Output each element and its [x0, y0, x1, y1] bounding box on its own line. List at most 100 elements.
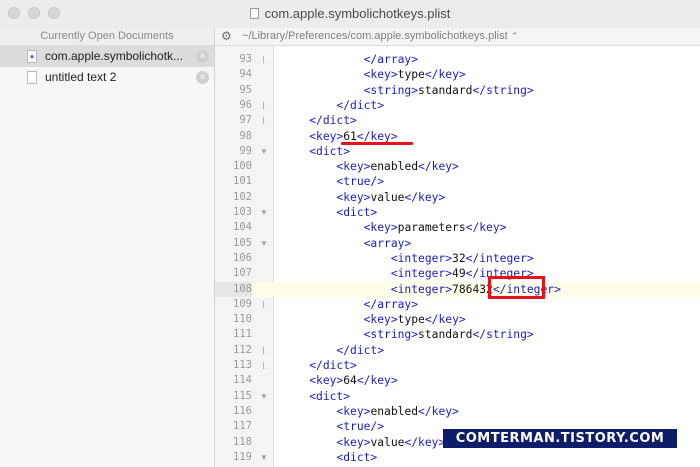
xml-value: enabled	[370, 404, 419, 418]
gear-icon[interactable]: ⚙	[221, 28, 232, 45]
path-bar: ⚙ ~/Library/Preferences/com.apple.symbol…	[215, 28, 700, 46]
code-line: 101 <true/>	[215, 174, 700, 189]
close-icon[interactable]: ×	[196, 71, 209, 84]
fold-end-icon: ⌊	[262, 116, 266, 126]
editor-window: com.apple.symbolichotkeys.plist Currentl…	[0, 0, 700, 467]
code-text: <dict>	[282, 144, 350, 159]
line-number: 119	[233, 450, 252, 463]
code-text: <key>enabled</key>	[282, 404, 459, 419]
fold-end-icon: ⌊	[262, 55, 266, 64]
document-item[interactable]: untitled text 2 ×	[0, 67, 214, 88]
line-number: 108	[215, 281, 252, 297]
window-title: com.apple.symbolichotkeys.plist	[264, 6, 451, 21]
chevron-updown-icon: ⌃	[510, 31, 519, 41]
xml-value: 61	[343, 129, 357, 143]
xml-tag: </key>	[424, 313, 466, 327]
xml-value: type	[397, 313, 425, 327]
fold-triangle-icon[interactable]: ▼	[259, 389, 269, 404]
line-number: 112	[233, 343, 252, 356]
close-icon[interactable]: ×	[196, 50, 209, 63]
code-line: 113 ⌊ </dict>	[215, 358, 700, 373]
xml-tag: <key>	[336, 404, 371, 418]
code-line: 109 ⌊ </array>	[215, 297, 700, 312]
code-text: <dict>	[282, 450, 377, 465]
line-number: 95	[239, 83, 252, 96]
xml-tag: <key>	[363, 221, 398, 235]
code-text: </dict>	[282, 358, 357, 373]
xml-value: 49	[452, 267, 466, 281]
red-box-annotation	[488, 276, 545, 299]
fold-triangle-icon[interactable]: ▼	[259, 450, 269, 465]
xml-tag: <integer>	[390, 267, 453, 281]
document-icon	[249, 8, 259, 19]
fold-triangle-icon[interactable]: ▼	[259, 205, 269, 220]
code-text: <true/>	[282, 174, 384, 189]
xml-tag: </array>	[363, 53, 419, 66]
title-bar: com.apple.symbolichotkeys.plist	[0, 0, 700, 29]
line-number: 106	[233, 251, 252, 264]
line-number: 102	[233, 190, 252, 203]
code-text: </array>	[282, 297, 418, 312]
xml-tag: </key>	[404, 190, 446, 204]
xml-tag: <dict>	[336, 206, 378, 219]
xml-tag: <integer>	[390, 282, 453, 296]
code-line: 107 <integer>49</integer>	[215, 266, 700, 281]
fold-triangle-icon[interactable]: ▼	[259, 236, 269, 251]
code-line: 94 <key>type</key>	[215, 67, 700, 82]
line-number: 93	[239, 53, 252, 65]
xml-tag: <true/>	[336, 420, 385, 434]
line-number: 116	[233, 404, 252, 417]
xml-tag: <key>	[309, 129, 344, 143]
code-line: 98 <key>61</key>	[215, 129, 700, 144]
path-popup[interactable]: ~/Library/Preferences/com.apple.symbolic…	[242, 28, 518, 45]
code-text: <true/>	[282, 419, 384, 434]
code-line: 116 <key>enabled</key>	[215, 404, 700, 419]
line-number: 114	[233, 374, 252, 387]
code-text: <key>64</key>	[282, 373, 397, 388]
line-number: 107	[233, 267, 252, 280]
xml-tag: </key>	[404, 435, 446, 449]
xml-tag: </dict>	[336, 343, 385, 357]
xml-tag: <dict>	[309, 144, 351, 158]
xml-value: type	[397, 68, 425, 82]
xml-tag: </key>	[418, 404, 459, 418]
document-item[interactable]: ● com.apple.symbolichotk... ×	[0, 46, 214, 67]
line-number: 117	[233, 420, 252, 433]
fold-end-icon: ⌊	[262, 345, 266, 355]
fold-end-icon: ⌊	[262, 100, 266, 110]
code-text: </dict>	[282, 343, 384, 358]
code-editor[interactable]: 93 ⌊ </array> 94 <key>type</key> 95 <string…	[215, 46, 700, 467]
xml-value: value	[370, 190, 405, 204]
watermark: COMTERMAN.TISTORY.COM	[443, 429, 677, 448]
fold-triangle-icon[interactable]: ▼	[259, 144, 269, 159]
xml-value: 32	[452, 251, 466, 265]
code-line: 108 <integer>786432</integer>	[215, 281, 700, 297]
code-line: 105 ▼ <array>	[215, 236, 700, 251]
window-title-area: com.apple.symbolichotkeys.plist	[0, 0, 700, 28]
xml-tag: <true/>	[336, 175, 385, 189]
xml-tag: <key>	[363, 313, 398, 327]
xml-tag: </dict>	[309, 114, 357, 128]
xml-tag: </key>	[356, 129, 398, 143]
xml-tag: </key>	[418, 160, 459, 174]
code-text: </dict>	[282, 113, 357, 128]
code-line: 95 <string>standard</string>	[215, 83, 700, 98]
xml-tag: <key>	[309, 374, 344, 388]
line-number: 109	[233, 297, 252, 310]
code-line: 115 ▼ <dict>	[215, 389, 700, 404]
xml-tag: </dict>	[336, 98, 385, 112]
line-number: 115	[233, 389, 252, 402]
line-number: 118	[233, 435, 252, 448]
code-line: 93 ⌊ </array>	[215, 52, 700, 67]
code-text: </array>	[282, 52, 418, 67]
line-number: 113	[233, 359, 252, 371]
